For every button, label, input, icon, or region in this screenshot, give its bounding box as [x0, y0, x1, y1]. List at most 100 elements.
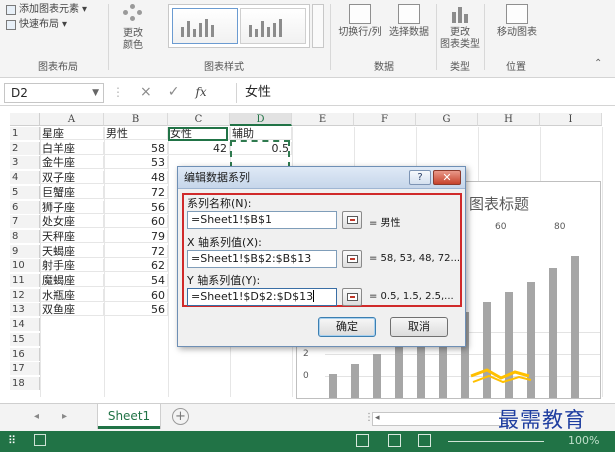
sheet-tab[interactable]: Sheet1: [98, 404, 160, 429]
row-header[interactable]: 9: [10, 244, 40, 258]
add-sheet-icon[interactable]: +: [172, 408, 189, 425]
column-header-g[interactable]: G: [416, 113, 478, 126]
row-header[interactable]: 1: [10, 127, 40, 140]
formula-input[interactable]: 女性: [236, 83, 611, 103]
normal-view-icon[interactable]: [356, 434, 369, 447]
range-select-icon: [347, 255, 358, 263]
cell[interactable]: 射手座: [40, 259, 104, 273]
macro-record-icon[interactable]: [34, 434, 46, 446]
row-header[interactable]: 10: [10, 259, 40, 273]
gallery-scroll[interactable]: [312, 4, 324, 48]
row-header[interactable]: 7: [10, 215, 40, 229]
cell[interactable]: 双鱼座: [40, 303, 104, 317]
cell[interactable]: 53: [104, 156, 168, 170]
chart-title[interactable]: 图表标题: [469, 193, 529, 214]
row-header[interactable]: 6: [10, 200, 40, 214]
column-header-a[interactable]: A: [40, 113, 104, 126]
cell[interactable]: 60: [104, 288, 168, 302]
column-header-c[interactable]: C: [168, 113, 230, 126]
move-chart-button[interactable]: 移动图表: [490, 4, 544, 39]
row-header[interactable]: 14: [10, 318, 40, 332]
x-values-input[interactable]: =Sheet1!$B$2:$B$13: [187, 250, 337, 268]
cancel-button[interactable]: 取消: [390, 317, 448, 337]
cell[interactable]: 天蝎座: [40, 244, 104, 258]
series-name-input[interactable]: =Sheet1!$B$1: [187, 211, 337, 229]
chart-axis-label: 0: [303, 371, 309, 381]
row-header[interactable]: 17: [10, 362, 40, 376]
ok-button[interactable]: 确定: [318, 317, 376, 337]
cancel-entry-icon[interactable]: ×: [140, 84, 152, 100]
add-chart-element-button[interactable]: 添加图表元素 ▾: [6, 2, 87, 17]
cell[interactable]: 58: [104, 141, 168, 155]
cell[interactable]: 72: [104, 185, 168, 199]
row-header[interactable]: 18: [10, 376, 40, 390]
quick-layout-button[interactable]: 快速布局 ▾: [6, 17, 87, 32]
column-header-e[interactable]: E: [292, 113, 354, 126]
cell[interactable]: 54: [104, 274, 168, 287]
chart-style-2[interactable]: [240, 8, 306, 44]
collapse-dialog-button[interactable]: [342, 250, 362, 268]
group-label-styles: 图表样式: [204, 62, 244, 73]
cell[interactable]: 56: [104, 303, 168, 317]
collapse-dialog-button[interactable]: [342, 211, 362, 229]
collapse-dialog-button[interactable]: [342, 288, 362, 306]
cell[interactable]: 男性: [104, 127, 168, 140]
cell[interactable]: 魔蝎座: [40, 274, 104, 287]
row-header[interactable]: 3: [10, 156, 40, 170]
row-header[interactable]: 4: [10, 171, 40, 185]
name-box[interactable]: D2 ▼: [4, 83, 104, 103]
column-header-h[interactable]: H: [478, 113, 540, 126]
zoom-level[interactable]: 100%: [568, 434, 599, 447]
cell[interactable]: 白羊座: [40, 141, 104, 155]
insert-function-icon[interactable]: fx: [195, 85, 206, 99]
scroll-left-icon[interactable]: ◂: [375, 413, 380, 423]
select-all-corner[interactable]: [10, 113, 40, 126]
sheet-next-icon[interactable]: ▸: [62, 411, 67, 422]
collapse-ribbon-icon[interactable]: ⌃: [594, 58, 602, 69]
column-header-d[interactable]: D: [230, 113, 292, 126]
horizontal-scrollbar[interactable]: ◂: [372, 412, 502, 426]
switch-row-column-button[interactable]: 切换行/列: [334, 4, 386, 39]
sheet-prev-icon[interactable]: ◂: [34, 411, 39, 422]
cell[interactable]: 79: [104, 229, 168, 243]
cell[interactable]: 处女座: [40, 215, 104, 229]
row-header[interactable]: 16: [10, 347, 40, 361]
cell[interactable]: 42: [168, 141, 230, 155]
cell[interactable]: 天秤座: [40, 229, 104, 243]
cell[interactable]: 72: [104, 244, 168, 258]
confirm-entry-icon[interactable]: ✓: [168, 84, 180, 100]
chart-style-1[interactable]: [172, 8, 238, 44]
cell[interactable]: 星座: [40, 127, 104, 140]
change-chart-type-button[interactable]: 更改 图表类型: [440, 4, 480, 51]
row-header[interactable]: 15: [10, 332, 40, 346]
column-header-i[interactable]: I: [540, 113, 602, 126]
cell[interactable]: 双子座: [40, 171, 104, 185]
chevron-down-icon[interactable]: ▼: [92, 84, 99, 102]
cell[interactable]: 水瓶座: [40, 288, 104, 302]
cell[interactable]: 56: [104, 200, 168, 214]
cell[interactable]: 62: [104, 259, 168, 273]
change-colors-button[interactable]: 更改 颜色: [113, 4, 153, 52]
row-header[interactable]: 13: [10, 303, 40, 317]
page-break-view-icon[interactable]: [418, 434, 431, 447]
row-header[interactable]: 8: [10, 229, 40, 243]
column-header-f[interactable]: F: [354, 113, 416, 126]
cell[interactable]: 60: [104, 215, 168, 229]
cell[interactable]: 金牛座: [40, 156, 104, 170]
cell[interactable]: 狮子座: [40, 200, 104, 214]
close-button[interactable]: ✕: [433, 170, 461, 185]
cell[interactable]: 巨蟹座: [40, 185, 104, 199]
help-button[interactable]: ?: [409, 170, 431, 185]
row-header[interactable]: 2: [10, 141, 40, 155]
row-header[interactable]: 5: [10, 185, 40, 199]
cell[interactable]: 48: [104, 171, 168, 185]
zoom-slider[interactable]: [448, 441, 544, 442]
row-header[interactable]: 11: [10, 274, 40, 287]
column-header-b[interactable]: B: [104, 113, 168, 126]
y-values-input[interactable]: =Sheet1!$D$2:$D$13: [187, 288, 337, 306]
chart-styles-gallery[interactable]: [168, 4, 310, 48]
row-header[interactable]: 12: [10, 288, 40, 302]
page-layout-view-icon[interactable]: [388, 434, 401, 447]
select-data-button[interactable]: 选择数据: [386, 4, 432, 39]
cell[interactable]: 辅助: [230, 127, 292, 140]
